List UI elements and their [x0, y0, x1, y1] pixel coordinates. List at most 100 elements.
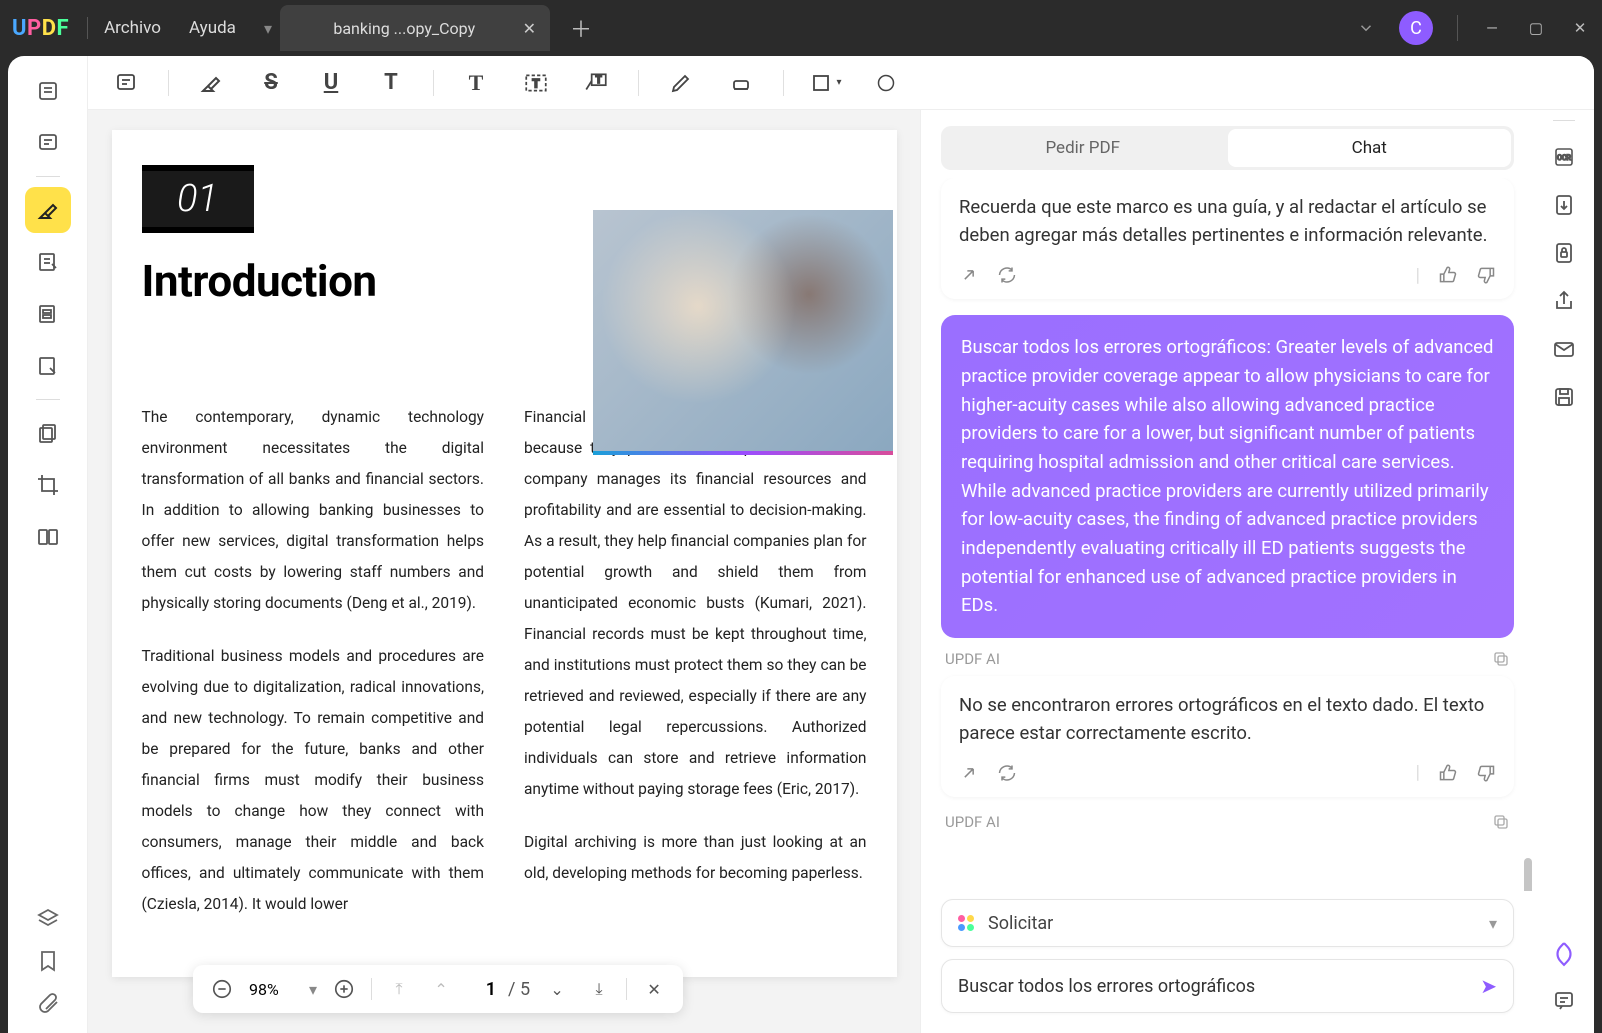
- chevron-down-icon[interactable]: [1357, 19, 1375, 37]
- add-tab-button[interactable]: ＋: [570, 12, 592, 44]
- textbox-tool[interactable]: T: [518, 65, 554, 101]
- tab-dropdown-icon[interactable]: ▾: [264, 19, 272, 38]
- message-actions: |: [959, 262, 1496, 290]
- regenerate-icon[interactable]: [997, 763, 1017, 783]
- eraser-tool[interactable]: [723, 65, 759, 101]
- close-icon[interactable]: ✕: [523, 19, 536, 38]
- ocr-icon[interactable]: OCR: [1552, 145, 1576, 169]
- paragraph: The contemporary, dynamic technology env…: [142, 402, 485, 619]
- regenerate-icon[interactable]: [997, 265, 1017, 285]
- tab-label: banking ...opy_Copy: [294, 19, 515, 38]
- chat-toggle-icon[interactable]: [1552, 989, 1576, 1013]
- separator: [371, 978, 372, 1000]
- toolbar-separator: [638, 70, 639, 96]
- share-icon[interactable]: [959, 265, 979, 285]
- prompt-dots-icon: [958, 915, 976, 931]
- tab-chat[interactable]: Chat: [1228, 129, 1512, 167]
- zoom-out-button[interactable]: [207, 974, 237, 1004]
- note-tool[interactable]: [108, 65, 144, 101]
- ai-panel: UPDF AI 99 | 986 Pedir PDF Chat Recuerda…: [920, 56, 1534, 1033]
- page-number-input[interactable]: [468, 979, 496, 1000]
- form-button[interactable]: [25, 343, 71, 389]
- highlight-tool-button[interactable]: [25, 187, 71, 233]
- layers-icon[interactable]: [36, 907, 60, 931]
- toolbar-separator: [783, 70, 784, 96]
- ai-toggle-icon[interactable]: [1551, 941, 1577, 967]
- close-button[interactable]: ✕: [1570, 19, 1590, 37]
- pencil-tool[interactable]: [663, 65, 699, 101]
- share-icon[interactable]: [1552, 289, 1576, 313]
- highlighter-tool[interactable]: [193, 65, 229, 101]
- right-rail: OCR: [1534, 56, 1594, 1033]
- rail-separator: [1553, 120, 1575, 121]
- bookmark-icon[interactable]: [36, 949, 60, 973]
- menu-separator: [87, 17, 88, 39]
- left-rail-bottom: [36, 907, 60, 1015]
- svg-text:T: T: [532, 76, 540, 90]
- ai-message: No se encontraron errores ortográficos e…: [941, 676, 1514, 797]
- document-columns: The contemporary, dynamic technology env…: [142, 402, 867, 942]
- send-button[interactable]: ➤: [1480, 974, 1497, 998]
- titlebar: UPDF Archivo Ayuda ▾ banking ...opy_Copy…: [0, 0, 1602, 56]
- window-separator: [1457, 15, 1458, 41]
- message-actions: |: [959, 759, 1496, 787]
- left-rail: [8, 56, 88, 1033]
- user-avatar[interactable]: C: [1399, 11, 1433, 45]
- next-page-button[interactable]: ⌄: [542, 974, 572, 1004]
- comment-button[interactable]: [25, 120, 71, 166]
- underline-tool[interactable]: U: [313, 65, 349, 101]
- thumbs-up-icon[interactable]: [1438, 763, 1458, 783]
- text-tool[interactable]: T: [458, 65, 494, 101]
- document-wrapper[interactable]: 01 Introduction The contemporary, dynami…: [88, 110, 920, 1033]
- thumbs-down-icon[interactable]: [1476, 265, 1496, 285]
- copy-icon[interactable]: [1492, 813, 1510, 831]
- chapter-badge: 01: [142, 165, 254, 233]
- prompt-selector[interactable]: Solicitar ▾: [941, 899, 1514, 947]
- share-icon[interactable]: [959, 763, 979, 783]
- close-toolbar-button[interactable]: ✕: [639, 974, 669, 1004]
- first-page-button[interactable]: ⤒: [384, 974, 414, 1004]
- menu-help[interactable]: Ayuda: [189, 18, 236, 38]
- copy-icon[interactable]: [1492, 650, 1510, 668]
- shape-tool[interactable]: ▾: [808, 65, 844, 101]
- edit-text-button[interactable]: [25, 239, 71, 285]
- document-image: [593, 210, 893, 455]
- reader-mode-button[interactable]: [25, 68, 71, 114]
- ai-label: UPDF AI: [945, 650, 1510, 668]
- strikethrough-tool[interactable]: S: [253, 65, 289, 101]
- crop-button[interactable]: [25, 462, 71, 508]
- annotation-toolbar: S U T T T T ▾: [88, 56, 1594, 110]
- squiggly-tool[interactable]: T: [373, 65, 409, 101]
- document-tab[interactable]: banking ...opy_Copy ✕: [280, 5, 550, 51]
- scrollbar-thumb[interactable]: [1524, 858, 1532, 891]
- email-icon[interactable]: [1552, 337, 1576, 361]
- ai-input-area: Solicitar ▾ ➤: [921, 891, 1534, 1033]
- prev-page-button[interactable]: ⌃: [426, 974, 456, 1004]
- last-page-button[interactable]: ⤓: [584, 974, 614, 1004]
- tab-strip: ▾ banking ...opy_Copy ✕ ＋: [264, 5, 592, 51]
- chat-scroll[interactable]: Recuerda que este marco es una guía, y a…: [921, 178, 1534, 891]
- more-tool[interactable]: [868, 65, 904, 101]
- organize-pages-button[interactable]: [25, 291, 71, 337]
- tab-pedir-pdf[interactable]: Pedir PDF: [941, 126, 1225, 170]
- attachment-icon[interactable]: [36, 991, 60, 1015]
- chat-input-box: ➤: [941, 959, 1514, 1013]
- maximize-button[interactable]: ▢: [1526, 19, 1546, 37]
- save-icon[interactable]: [1552, 385, 1576, 409]
- page-copy-button[interactable]: [25, 410, 71, 456]
- protect-icon[interactable]: [1552, 241, 1576, 265]
- callout-tool[interactable]: T: [578, 65, 614, 101]
- svg-text:OCR: OCR: [1557, 154, 1571, 162]
- menu-file[interactable]: Archivo: [104, 18, 161, 38]
- page-total: / 5: [508, 979, 530, 1000]
- zoom-dropdown-icon[interactable]: ▾: [309, 980, 317, 999]
- thumbs-up-icon[interactable]: [1438, 265, 1458, 285]
- zoom-in-button[interactable]: [329, 974, 359, 1004]
- minimize-button[interactable]: —: [1482, 19, 1502, 37]
- compare-button[interactable]: [25, 514, 71, 560]
- thumbs-down-icon[interactable]: [1476, 763, 1496, 783]
- chat-input[interactable]: [958, 976, 1480, 997]
- rail-separator: [36, 176, 60, 177]
- convert-icon[interactable]: [1552, 193, 1576, 217]
- window-controls: C — ▢ ✕: [1357, 11, 1590, 45]
